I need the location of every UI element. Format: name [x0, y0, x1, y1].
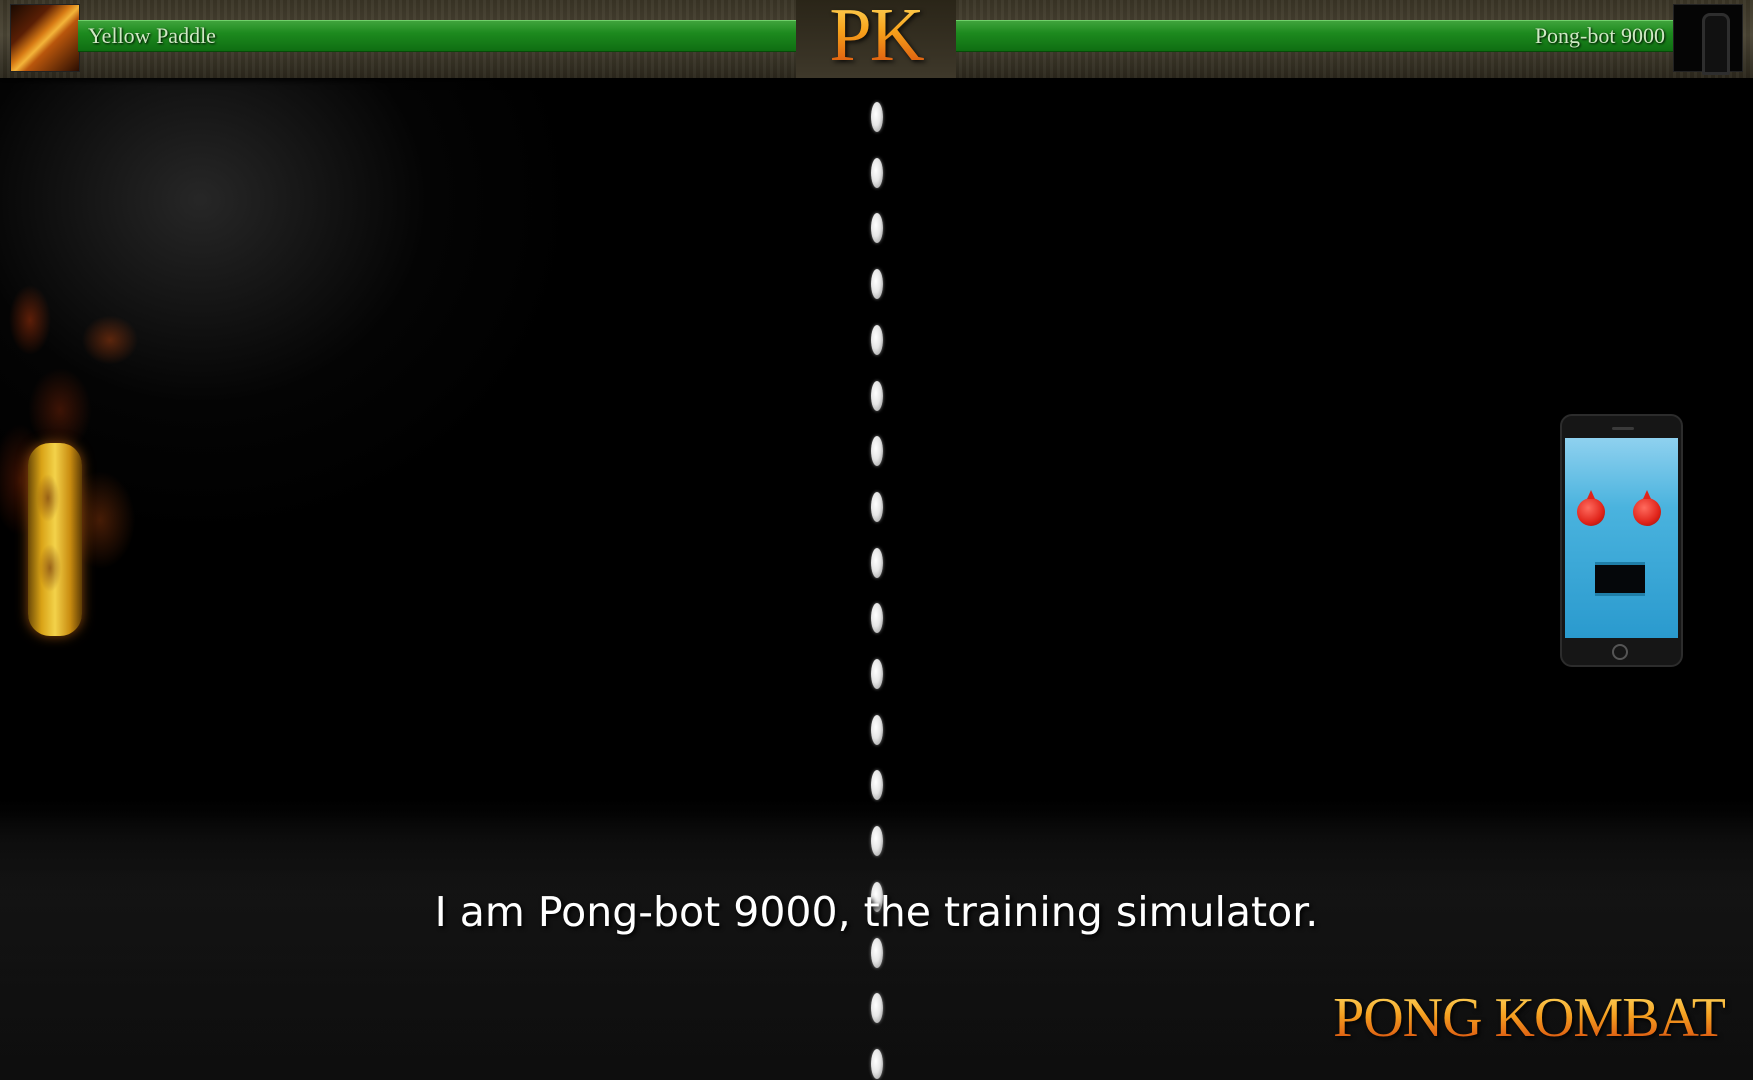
net-segment [871, 659, 883, 689]
bot-mouth-icon [1595, 562, 1645, 596]
net-segment [871, 770, 883, 801]
net-segment [871, 213, 883, 244]
net-segment [871, 1048, 883, 1079]
player2-name: Pong-bot 9000 [1534, 23, 1665, 48]
player1-health-bar: Yellow Paddle [78, 20, 796, 52]
bot-right-eye-icon [1633, 490, 1661, 526]
bot-left-eye-icon [1577, 490, 1605, 526]
net-segment [871, 547, 883, 578]
net-segment [871, 102, 883, 132]
player1-name: Yellow Paddle [88, 23, 216, 48]
net-segment [871, 826, 883, 857]
game-stage: Yellow Paddle PK Pong-bot 9000 I am Pong… [0, 0, 1753, 1080]
player2-portrait [1673, 4, 1743, 75]
bot-face-screen [1565, 438, 1678, 638]
phone-speaker [1612, 427, 1634, 430]
net-segment [871, 157, 883, 188]
net-segment [871, 436, 883, 467]
game-title-logo: PONG KOMBAT [1333, 987, 1726, 1049]
net-segment [871, 380, 883, 411]
net-segment [871, 603, 883, 634]
pk-logo: PK [796, 0, 956, 78]
net-segment [871, 714, 883, 745]
player1-paddle[interactable] [28, 443, 82, 636]
dialogue-subtitle: I am Pong-bot 9000, the training simulat… [434, 888, 1319, 936]
player2-health-bar: Pong-bot 9000 [956, 20, 1674, 52]
hud-bar: Yellow Paddle PK Pong-bot 9000 [0, 0, 1753, 78]
net-segment [871, 937, 883, 968]
player1-portrait [10, 4, 80, 72]
phone-home-button-icon [1612, 644, 1628, 660]
net-segment [871, 491, 883, 522]
net-segment [871, 269, 883, 300]
net-segment [871, 993, 883, 1024]
player2-paddle-phone [1560, 414, 1683, 667]
robot-silhouette-icon [1702, 13, 1730, 75]
net-segment [871, 324, 883, 355]
